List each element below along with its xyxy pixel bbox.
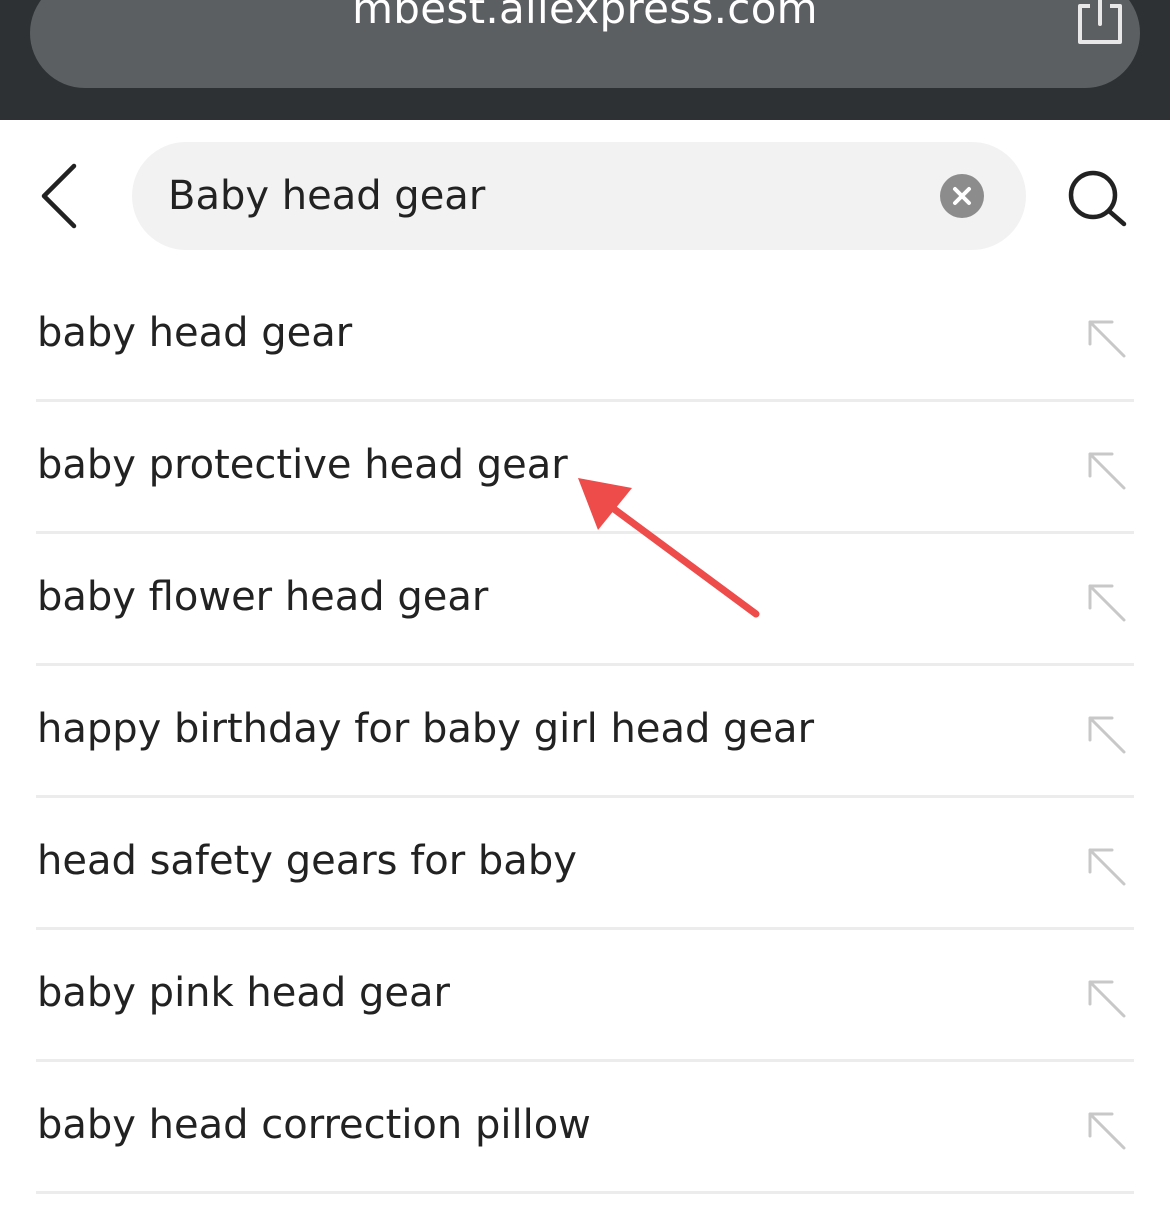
suggestion-text: happy birthday for baby girl head gear: [37, 706, 815, 752]
arrow-up-left-icon[interactable]: [1084, 448, 1128, 492]
suggestion-text: head safety gears for baby: [37, 838, 577, 884]
browser-toolbar: mbest.aliexpress.com: [0, 0, 1170, 120]
suggestion-item[interactable]: baby pink head gear: [0, 930, 1170, 1062]
arrow-up-left-icon[interactable]: [1084, 976, 1128, 1020]
arrow-up-left-icon[interactable]: [1084, 844, 1128, 888]
arrow-up-left-icon[interactable]: [1084, 1108, 1128, 1152]
divider: [36, 1191, 1134, 1194]
suggestion-text: baby protective head gear: [37, 442, 568, 488]
suggestion-text: baby head gear: [37, 310, 353, 356]
suggestion-text: baby head correction pillow: [37, 1102, 591, 1148]
clear-icon[interactable]: [940, 174, 984, 218]
search-header: [0, 120, 1170, 270]
suggestion-text: baby flower head gear: [37, 574, 489, 620]
chevron-left-icon[interactable]: [28, 158, 88, 238]
arrow-up-left-icon[interactable]: [1084, 712, 1128, 756]
suggestion-item[interactable]: head safety gears for baby: [0, 798, 1170, 930]
suggestion-list: baby head gear baby protective head gear…: [0, 270, 1170, 1194]
arrow-up-left-icon[interactable]: [1084, 316, 1128, 360]
suggestion-text: baby pink head gear: [37, 970, 450, 1016]
share-icon[interactable]: [1072, 0, 1128, 46]
search-icon[interactable]: [1064, 166, 1130, 232]
suggestion-item[interactable]: baby protective head gear: [0, 402, 1170, 534]
suggestion-item[interactable]: baby head correction pillow: [0, 1062, 1170, 1194]
suggestion-item[interactable]: baby flower head gear: [0, 534, 1170, 666]
url-text: mbest.aliexpress.com: [352, 0, 818, 33]
suggestion-item[interactable]: happy birthday for baby girl head gear: [0, 666, 1170, 798]
address-bar[interactable]: mbest.aliexpress.com: [30, 0, 1140, 88]
search-field[interactable]: [132, 142, 1026, 250]
suggestion-item[interactable]: baby head gear: [0, 270, 1170, 402]
search-input[interactable]: [168, 160, 928, 232]
arrow-up-left-icon[interactable]: [1084, 580, 1128, 624]
